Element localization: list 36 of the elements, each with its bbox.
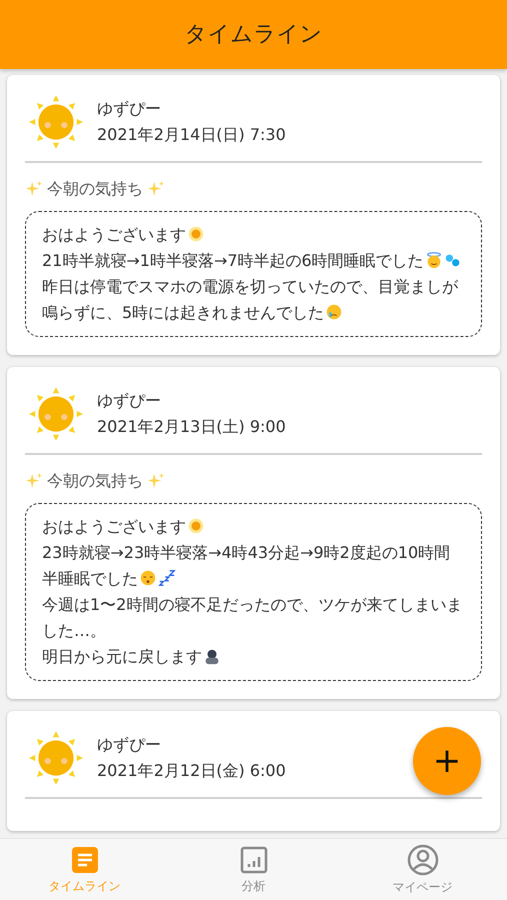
- sun-avatar-icon: [27, 385, 85, 443]
- post-date: 2021年2月14日(日) 7:30: [97, 124, 286, 146]
- crying-face-icon: [325, 303, 344, 321]
- list-icon: [70, 844, 100, 874]
- user-name: ゆずぴー: [97, 390, 162, 412]
- sparkles-icon: [25, 180, 43, 198]
- post-date: 2021年2月12日(金) 6:00: [97, 760, 286, 782]
- message-text: おはようございます: [42, 222, 465, 248]
- message-text: おはようございます: [42, 514, 465, 540]
- section-heading: 今朝の気持ち: [47, 470, 143, 492]
- zzz-icon: [158, 569, 176, 587]
- nav-tab[interactable]: タイムライン: [0, 839, 169, 900]
- user-name: ゆずぴー: [97, 734, 162, 756]
- post-date: 2021年2月13日(土) 9:00: [97, 416, 286, 438]
- message-text: 明日から元に戻します: [42, 644, 465, 670]
- bowing-figure-icon: [203, 647, 221, 665]
- smiley-halo-icon: [424, 251, 443, 269]
- user-name: ゆずぴー: [97, 98, 162, 120]
- user-circle-icon: [406, 844, 438, 876]
- sun-icon: [187, 225, 205, 243]
- section-heading: 今朝の気持ち: [47, 178, 143, 200]
- sun-avatar-icon: [27, 729, 85, 787]
- message-text: 21時半就寝→1時半寝落→7時半起の6時間睡眠でした: [42, 248, 465, 274]
- sparkles-icon: [147, 180, 165, 198]
- sparkles-icon: [25, 472, 43, 490]
- nav-tab[interactable]: マイページ: [338, 839, 507, 900]
- sleeping-face-icon: [139, 569, 157, 587]
- message-text: 昨日は停電でスマホの電源を切っていたので、目覚ましが鳴らずに、5時には起きれませんでした: [42, 276, 460, 324]
- sun-icon: [187, 517, 205, 535]
- sun-avatar-icon: [27, 93, 85, 151]
- bar-chart-icon: [238, 844, 268, 874]
- message-text: 今週は1〜2時間の寝不足だったので、ツケが来てしまいました…。: [42, 594, 464, 642]
- message-text: 23時就寝→23時半寝落→4時43分起→9時2度起の10時間半睡眠でした: [42, 542, 452, 590]
- header-title: タイムライン: [184, 21, 322, 49]
- nav-tab[interactable]: 分析: [169, 839, 338, 900]
- sparkles-icon: [147, 472, 165, 490]
